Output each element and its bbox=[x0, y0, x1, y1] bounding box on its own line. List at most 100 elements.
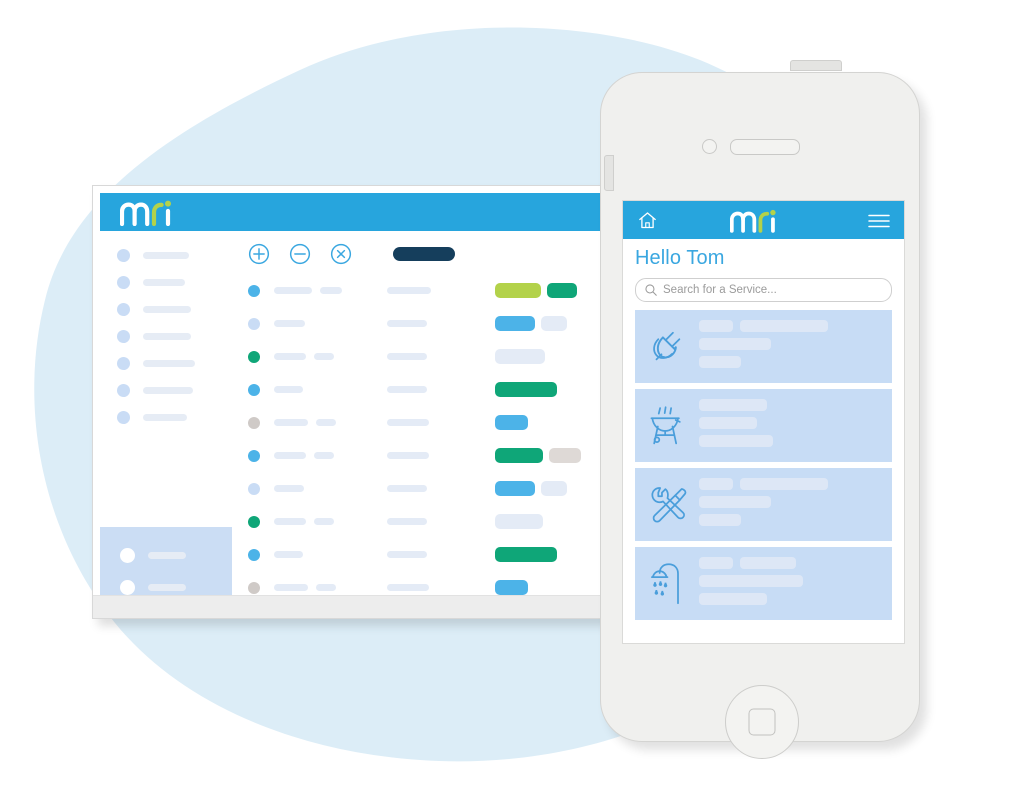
table-row[interactable] bbox=[248, 444, 638, 467]
sidebar-item[interactable] bbox=[117, 272, 227, 292]
highlighted-nav-panel[interactable] bbox=[100, 527, 232, 596]
desktop-toolbar[interactable] bbox=[248, 243, 455, 265]
volume-button[interactable] bbox=[604, 155, 614, 191]
service-card-list[interactable] bbox=[635, 310, 892, 620]
sidebar-item-label bbox=[143, 386, 193, 394]
service-card-text bbox=[699, 319, 892, 374]
desktop-window-inner bbox=[100, 193, 638, 596]
hamburger-menu-icon[interactable] bbox=[868, 214, 890, 228]
table-row[interactable] bbox=[248, 279, 638, 302]
desktop-app-window[interactable] bbox=[92, 185, 639, 619]
card-text-placeholder bbox=[699, 477, 733, 490]
card-text-row bbox=[699, 398, 878, 411]
mobile-header-bar bbox=[623, 201, 904, 239]
home-button-square bbox=[748, 708, 776, 736]
sidebar-item-label bbox=[143, 251, 189, 259]
home-button[interactable] bbox=[725, 685, 799, 759]
desktop-content-area bbox=[100, 231, 638, 596]
table-cell-detail bbox=[387, 287, 486, 294]
cell-text-placeholder bbox=[387, 386, 428, 393]
table-cell-status bbox=[494, 481, 604, 496]
sidebar-item[interactable] bbox=[117, 245, 227, 265]
card-text-row bbox=[699, 416, 878, 429]
cell-text-placeholder bbox=[316, 584, 336, 591]
table-row[interactable] bbox=[248, 411, 638, 434]
status-badge bbox=[494, 481, 535, 496]
shower-head-icon bbox=[635, 560, 699, 608]
sidebar-item-label bbox=[143, 278, 185, 286]
desktop-header-bar bbox=[100, 193, 638, 231]
mri-logo bbox=[120, 200, 171, 226]
table-cell-status bbox=[494, 580, 604, 595]
plus-circle-icon[interactable] bbox=[248, 243, 270, 265]
sidebar-item[interactable] bbox=[117, 380, 227, 400]
table-cell-status bbox=[494, 316, 604, 331]
status-badge bbox=[494, 448, 543, 463]
home-icon[interactable] bbox=[637, 210, 658, 231]
sidebar-item[interactable] bbox=[117, 326, 227, 346]
table-row[interactable] bbox=[248, 510, 638, 533]
sidebar-item-label bbox=[143, 413, 187, 421]
table-cell-status bbox=[494, 547, 604, 562]
row-status-dot-icon bbox=[248, 482, 260, 495]
card-text-row bbox=[699, 574, 878, 587]
cell-text-placeholder bbox=[387, 485, 428, 492]
sidebar-item-dot-icon bbox=[117, 248, 130, 262]
cell-text-placeholder bbox=[387, 551, 428, 558]
card-text-row bbox=[699, 592, 878, 605]
table-cell-name bbox=[274, 485, 377, 492]
power-button[interactable] bbox=[790, 60, 842, 71]
table-cell-detail bbox=[387, 584, 486, 591]
primary-action-button[interactable] bbox=[393, 247, 455, 261]
status-badge bbox=[494, 382, 557, 397]
table-row[interactable] bbox=[248, 477, 638, 500]
service-card[interactable] bbox=[635, 389, 892, 462]
table-cell-name bbox=[274, 287, 377, 294]
card-text-placeholder bbox=[699, 355, 741, 368]
cell-text-placeholder bbox=[387, 584, 430, 591]
service-card[interactable] bbox=[635, 468, 892, 541]
desktop-data-table[interactable] bbox=[248, 279, 638, 596]
table-row[interactable] bbox=[248, 312, 638, 335]
search-input[interactable]: Search for a Service... bbox=[635, 278, 892, 302]
table-row[interactable] bbox=[248, 378, 638, 401]
highlighted-nav-item[interactable] bbox=[120, 545, 186, 565]
table-row[interactable] bbox=[248, 543, 638, 566]
service-card[interactable] bbox=[635, 310, 892, 383]
status-badge bbox=[546, 283, 577, 298]
service-card[interactable] bbox=[635, 547, 892, 620]
cell-text-placeholder bbox=[387, 320, 428, 327]
cell-text-placeholder bbox=[314, 353, 334, 360]
sidebar-item[interactable] bbox=[117, 353, 227, 373]
close-circle-icon[interactable] bbox=[330, 243, 352, 265]
table-cell-name bbox=[274, 419, 377, 426]
highlighted-nav-list[interactable] bbox=[120, 545, 186, 596]
table-cell-name bbox=[274, 584, 377, 591]
table-row[interactable] bbox=[248, 576, 638, 596]
highlighted-nav-item[interactable] bbox=[120, 577, 186, 596]
card-text-placeholder bbox=[699, 434, 773, 447]
table-cell-status bbox=[494, 349, 604, 364]
bbq-grill-icon bbox=[635, 404, 699, 448]
table-row[interactable] bbox=[248, 345, 638, 368]
status-badge bbox=[494, 316, 535, 331]
cell-text-placeholder bbox=[274, 320, 305, 327]
table-cell-detail bbox=[387, 419, 486, 426]
desktop-sidebar-nav[interactable] bbox=[117, 245, 227, 434]
composition-stage: Hello Tom Search for a Service... bbox=[0, 0, 1024, 812]
minus-circle-icon[interactable] bbox=[289, 243, 311, 265]
table-cell-detail bbox=[387, 485, 486, 492]
sidebar-item[interactable] bbox=[117, 299, 227, 319]
row-status-dot-icon bbox=[248, 548, 260, 561]
cell-text-placeholder bbox=[316, 419, 336, 426]
status-badge bbox=[494, 547, 557, 562]
row-status-dot-icon bbox=[248, 284, 260, 297]
table-cell-detail bbox=[387, 353, 486, 360]
sidebar-item[interactable] bbox=[117, 407, 227, 427]
status-badge bbox=[494, 580, 528, 595]
row-status-dot-icon bbox=[248, 317, 260, 330]
table-cell-name bbox=[274, 386, 377, 393]
sidebar-item-label bbox=[143, 359, 195, 367]
table-cell-detail bbox=[387, 320, 486, 327]
table-cell-name bbox=[274, 518, 377, 525]
